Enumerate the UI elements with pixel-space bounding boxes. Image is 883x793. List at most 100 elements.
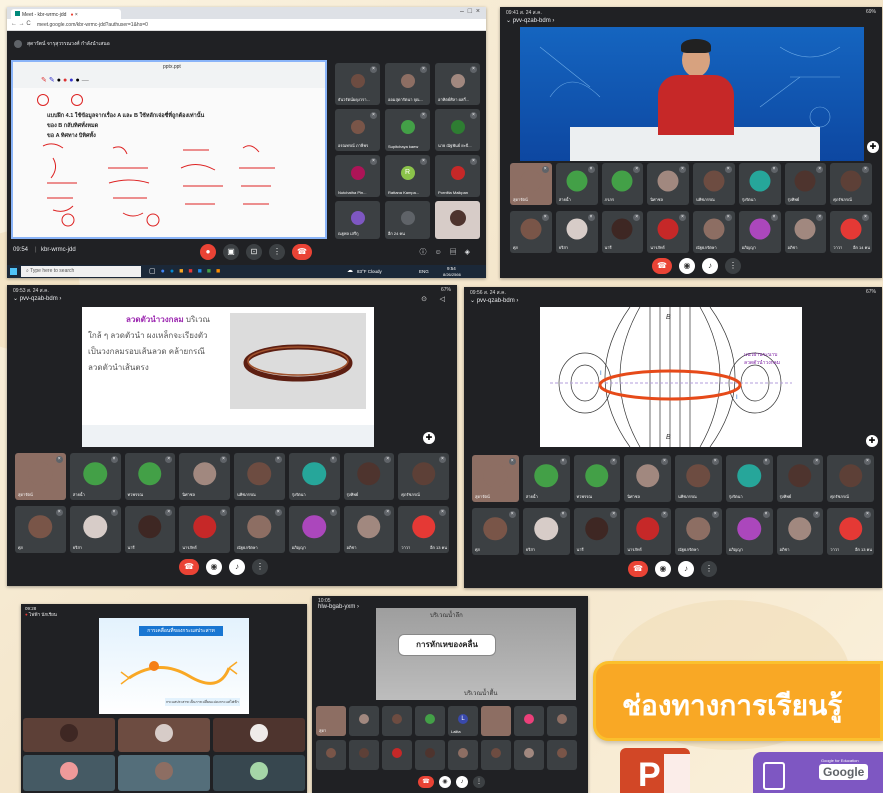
windows-start-icon[interactable] (10, 268, 17, 275)
leave-call-button[interactable]: ☎ (628, 561, 648, 577)
leave-call-button[interactable]: ☎ (418, 776, 434, 788)
participant-tile[interactable] (213, 755, 305, 791)
participant-tile[interactable]: × ศุภรัชภรณ์ (830, 163, 872, 205)
participant-tile[interactable]: × รุ่งทิพย์ (776, 455, 824, 502)
participant-tile[interactable] (118, 755, 210, 791)
participant-tile[interactable] (316, 740, 346, 770)
participant-tile[interactable]: × ศุภ (472, 508, 519, 555)
participant-tile[interactable]: × ศุภรัชภรณ์ (398, 453, 449, 500)
window-controls[interactable]: – □ × (460, 8, 480, 15)
participant-tile[interactable]: × ณัฐธภรัตษา (675, 508, 722, 555)
participant-tile[interactable] (481, 740, 511, 770)
pen-colors[interactable]: ✎✎●●●●— (41, 76, 91, 84)
camera-off-button[interactable]: ◉ (206, 559, 222, 575)
participant-tile[interactable]: × ศุภ (510, 211, 552, 253)
participant-tile[interactable] (382, 706, 412, 736)
present-button[interactable]: ⊡ (246, 244, 262, 260)
participant-tile[interactable]: Nutchatha Pin... × (335, 155, 380, 197)
taskbar-search[interactable]: ⌕ Type here to search (21, 266, 141, 277)
participant-tile[interactable]: × นพิชภรรณ (693, 163, 735, 205)
fullscreen-icon[interactable]: ✚ (423, 432, 435, 444)
more-options-button[interactable]: ⋮ (725, 258, 741, 274)
participant-tile[interactable]: × ณัฐธภรัตษา (693, 211, 735, 253)
participant-tile[interactable]: × ธริสา (522, 508, 570, 555)
line-icon[interactable]: ■ (207, 268, 216, 275)
participant-tile[interactable]: × ศุภ (15, 506, 66, 553)
camera-off-button[interactable]: ◉ (679, 258, 695, 274)
meeting-name[interactable]: ⌄ pvv-qzab-bdm › (506, 17, 554, 24)
fullscreen-icon[interactable]: ✚ (866, 435, 878, 447)
red-pen-icon[interactable]: ✎ (41, 77, 49, 84)
camera-switch-icon[interactable]: ⊙ (421, 295, 427, 303)
activities-icon[interactable]: ◈ (465, 249, 478, 256)
participant-tile[interactable]: × ณัฐธภรัตษา (234, 506, 285, 553)
camera-off-button[interactable]: ◉ (655, 561, 671, 577)
more-participants-tile[interactable]: อีก 24 คน (385, 201, 430, 239)
participant-tile[interactable]: × สายน้ำ (522, 455, 570, 502)
participant-tile[interactable]: × อภิชา (784, 211, 827, 253)
fullscreen-icon[interactable]: ✚ (867, 141, 879, 153)
participant-tile[interactable]: R Rattana Kampa... × (385, 155, 430, 197)
meeting-name[interactable]: ⌄ pvv-qzab-bdm › (470, 297, 518, 304)
edge-icon[interactable]: ● (170, 268, 179, 275)
folder-icon[interactable]: ■ (179, 268, 188, 275)
chat-icon[interactable]: ▤ (450, 249, 465, 256)
participant-tile[interactable]: × รุ่งทิพย์ (784, 163, 827, 205)
meeting-name[interactable]: ⌄ pvv-qzab-bdm › (13, 295, 61, 302)
participant-tile[interactable]: × นพิชภรรณ (234, 453, 285, 500)
participant-tile[interactable]: × อภิญญา (288, 506, 340, 553)
participant-tile[interactable]: × นารภัทร์ (647, 211, 689, 253)
people-icon[interactable]: ☺ (434, 249, 449, 256)
nav-arrows-icon[interactable]: ← → C (11, 21, 31, 27)
participant-tile[interactable]: × อภิชา (776, 508, 824, 555)
participant-tile[interactable]: × นิศาชล (647, 163, 689, 205)
participant-tile[interactable]: × สายน้ำ (69, 453, 121, 500)
more-options-button[interactable]: ⋮ (269, 244, 285, 260)
participant-tile[interactable]: × นารภัทร์ (179, 506, 230, 553)
participant-tile[interactable] (547, 706, 577, 736)
camera-button[interactable]: ▣ (223, 244, 239, 260)
participant-tile[interactable]: × นิศาชล (179, 453, 230, 500)
participant-tile[interactable]: × รุ่งรัตนา (725, 455, 773, 502)
mic-off-button[interactable]: ● (200, 244, 216, 260)
blue-pen-icon[interactable]: ✎ (49, 77, 57, 84)
participant-tile[interactable]: × ธริสา (555, 211, 598, 253)
camera-button[interactable]: ◉ (439, 776, 451, 788)
participant-tile[interactable]: L Lalita (448, 706, 478, 736)
participant-tile[interactable]: × รุ่งทิพย์ (343, 453, 395, 500)
mic-button[interactable]: ♪ (456, 776, 468, 788)
participant-tile[interactable]: × ภรภร (601, 163, 644, 205)
participant-tile[interactable]: ณฐพล เสรีกุ (335, 201, 380, 239)
participant-tile[interactable] (382, 740, 412, 770)
participant-tile[interactable]: × วาวา อีก 13 คน (398, 506, 449, 553)
participant-tile[interactable]: สุดา (316, 706, 346, 736)
app-icon[interactable]: ■ (198, 268, 207, 275)
participant-tile[interactable]: × นารภัทร์ (624, 508, 671, 555)
leave-call-button[interactable]: ☎ (179, 559, 199, 575)
participant-tile[interactable] (547, 740, 577, 770)
participant-tile[interactable]: × รุ่งรัตนา (738, 163, 781, 205)
participant-tile[interactable]: นาย ณัฐพันธ์ ยะบี... × (435, 109, 480, 151)
participant-tile[interactable]: ธันวรัตน์ผดุงวรา... × (335, 63, 380, 105)
mic-off-button[interactable]: ♪ (702, 258, 718, 274)
participant-tile[interactable]: × นิศาชล (624, 455, 671, 502)
leave-call-button[interactable]: ☎ (652, 258, 672, 274)
participant-tile[interactable]: อรณทรณ์ ภาษีพร × (335, 109, 380, 151)
participant-tile[interactable]: × อภิชา (343, 506, 395, 553)
participant-tile[interactable]: × นารี (124, 506, 176, 553)
participant-tile[interactable]: Pornfita Maikpan × (435, 155, 480, 197)
participant-tile[interactable] (23, 718, 115, 752)
participant-tile[interactable] (514, 706, 544, 736)
participant-tile[interactable] (23, 755, 115, 791)
participant-tile[interactable] (349, 740, 379, 770)
self-view-tile[interactable]: × สุดารัตน์ (472, 455, 519, 502)
participant-tile[interactable]: × ทวพรรณ (573, 455, 621, 502)
participant-tile[interactable]: × ศุภรัชภรณ์ (827, 455, 874, 502)
meeting-name[interactable]: hlw-bgab-yxm › (318, 604, 359, 610)
more-options-button[interactable]: ⋮ (252, 559, 268, 575)
participant-tile[interactable]: × อภิญญา (738, 211, 781, 253)
task-view-icon[interactable]: ▢ (149, 268, 161, 275)
participant-tile[interactable]: × นารี (601, 211, 644, 253)
participant-tile[interactable]: อาทิตย์ศิลา ผลกี่... × (435, 63, 480, 105)
participant-tile[interactable]: Supitchaya kaew × (385, 109, 430, 151)
